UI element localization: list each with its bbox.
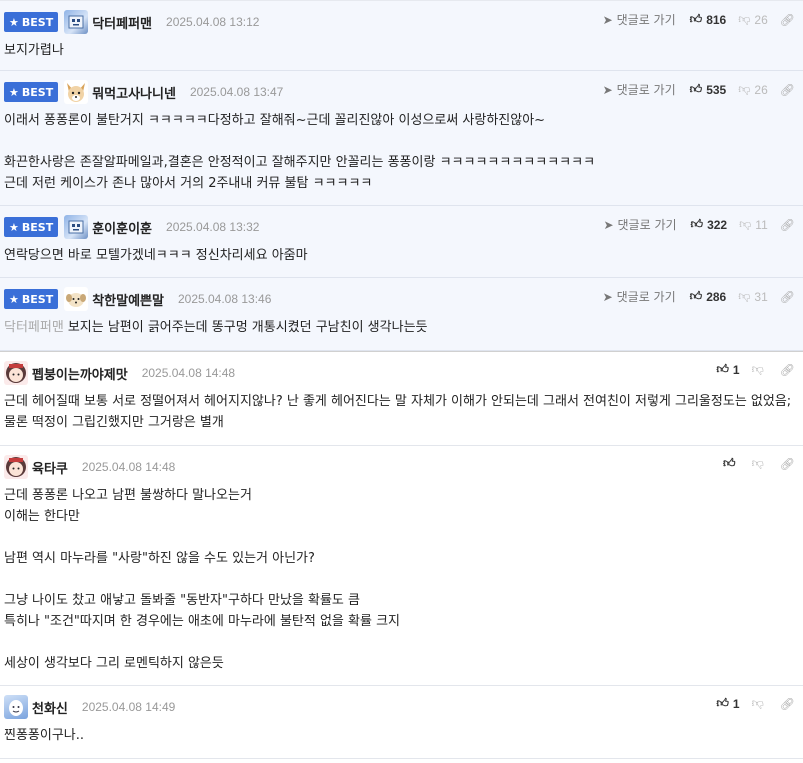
link-icon[interactable]: 🔗︎ [780, 290, 795, 304]
link-icon[interactable]: 🔗︎ [780, 218, 795, 232]
character-avatar-icon [6, 363, 26, 383]
nickname[interactable]: 뭐먹고사나니넨 [92, 83, 176, 102]
character-avatar-icon [6, 457, 26, 477]
comment-text: 닥터페퍼맨 보지는 남편이 긁어주는데 똥구멍 개통시켰던 구남친이 생각나는듯 [4, 320, 428, 335]
best-badge: ★ BEST [4, 12, 59, 32]
dislike-button[interactable]: 👎︎ [752, 456, 768, 471]
thumbs-up-icon: 👍︎ [689, 289, 703, 303]
link-icon[interactable]: 🔗︎ [780, 697, 795, 711]
like-button[interactable]: 👍︎ 535 [690, 82, 727, 97]
comment-text: 근데 헤어질때 보통 서로 정떨어져서 헤어지지않나? 난 좋게 헤어진다는 말… [4, 394, 796, 430]
star-icon: ★ [9, 292, 19, 306]
send-icon: ➤ [602, 12, 613, 27]
best-label: BEST [21, 220, 54, 234]
quoted-nickname[interactable]: 닥터페퍼맨 [4, 320, 64, 335]
timestamp: 2025.04.08 13:12 [166, 15, 260, 29]
send-icon: ➤ [603, 217, 614, 232]
link-icon[interactable]: 🔗︎ [780, 457, 795, 471]
thumbs-down-icon: 👎︎ [751, 362, 764, 376]
avatar[interactable] [64, 10, 89, 34]
comment-item: ★ BEST 닥터페퍼맨 2025.04.08 13:12 ➤ 댓글로 가기 👍︎ 8… [0, 1, 803, 71]
thumbs-up-icon: 👍︎ [689, 12, 703, 26]
comment-item: 천화신 2025.04.08 14:49 👍︎ 1 👎︎ 🔗︎ 찐퐁퐁이구나.. [0, 686, 803, 759]
thumbs-down-icon: 👎︎ [751, 696, 764, 710]
nickname[interactable]: 훈이훈이훈 [92, 218, 152, 237]
timestamp: 2025.04.08 14:48 [141, 366, 236, 380]
avatar[interactable] [4, 361, 28, 385]
comment-text: 찐퐁퐁이구나.. [4, 728, 85, 743]
go-to-reply-link[interactable]: ➤ 댓글로 가기 [603, 11, 676, 28]
star-icon: ★ [9, 15, 19, 29]
like-button[interactable]: 👍︎ 322 [691, 217, 728, 232]
thumbs-down-icon: 👎︎ [739, 217, 752, 231]
thumbs-down-icon: 👎︎ [738, 12, 751, 26]
dislike-button[interactable]: 👎︎ [752, 362, 768, 377]
thumbs-down-icon: 👎︎ [751, 456, 764, 470]
send-icon: ➤ [602, 82, 613, 97]
comment-item: ★ BEST 훈이훈이훈 2025.04.08 13:32 ➤ 댓글로 가기 👍︎ 3… [0, 206, 803, 278]
link-icon[interactable]: 🔗︎ [780, 83, 795, 97]
timestamp: 2025.04.08 13:47 [189, 85, 284, 99]
link-icon[interactable]: 🔗︎ [780, 13, 795, 27]
send-icon: ➤ [602, 289, 613, 304]
thumbs-up-icon: 👍︎ [716, 696, 729, 710]
like-button[interactable]: 👍︎ 286 [690, 289, 727, 304]
nickname[interactable]: 육타쿠 [32, 458, 68, 477]
comment-text: 근데 퐁퐁론 나오고 남편 불쌍하다 말나오는거 이해는 한다만 남편 역시 마… [4, 488, 400, 671]
comment-item: 육타쿠 2025.04.08 14:48 👍︎ 👎︎ 🔗︎ 근데 퐁퐁론 나오고… [0, 446, 803, 686]
like-button[interactable]: 👍︎ 816 [690, 12, 727, 27]
link-icon[interactable]: 🔗︎ [780, 363, 795, 377]
robot-avatar-icon [68, 15, 84, 29]
nickname[interactable]: 천화신 [32, 698, 68, 717]
dislike-button[interactable]: 👎︎ 26 [738, 12, 768, 27]
comment-item: ★ BEST 착한말예쁜말 2025.04.08 13:46 ➤ 댓글로 가기 👍︎… [0, 278, 803, 351]
best-badge: ★ BEST [4, 289, 59, 309]
character-avatar-icon [9, 700, 23, 716]
go-to-reply-link[interactable]: ➤ 댓글로 가기 [603, 81, 676, 98]
comment-text: 보지가렵나 [4, 43, 64, 58]
timestamp: 2025.04.08 14:49 [81, 700, 176, 714]
comment-text: 연락당으면 바로 모텔가겠네ㅋㅋㅋ 정신차리세요 아줌마 [4, 248, 308, 263]
comment-item: 펩붕이는까야제맛 2025.04.08 14:48 👍︎ 1 👎︎ 🔗︎ 근데 헤… [0, 351, 803, 446]
robot-avatar-icon [68, 220, 84, 234]
dislike-button[interactable]: 👎︎ 26 [738, 82, 768, 97]
dislike-button[interactable]: 👎︎ 11 [739, 217, 768, 232]
best-label: BEST [21, 292, 54, 306]
best-badge: ★ BEST [4, 82, 59, 102]
nickname[interactable]: 착한말예쁜말 [92, 290, 164, 309]
like-button[interactable]: 👍︎ 1 [716, 362, 739, 377]
go-to-reply-link[interactable]: ➤ 댓글로 가기 [603, 216, 676, 233]
star-icon: ★ [9, 220, 19, 234]
comment-item: ★ BEST 뭐먹고사나니넨 2025.04.08 13:47 ➤ 댓글로 가기 👍… [0, 71, 803, 206]
comment-list: ★ BEST 닥터페퍼맨 2025.04.08 13:12 ➤ 댓글로 가기 👍︎ 8… [0, 0, 803, 759]
best-label: BEST [21, 85, 54, 99]
star-icon: ★ [9, 85, 19, 99]
thumbs-up-icon: 👍︎ [723, 456, 736, 470]
comment-text: 이래서 퐁퐁론이 불탄거지 ㅋㅋㅋㅋㅋ다정하고 잘해줘~근데 꼴리진않아 이성으… [4, 113, 596, 191]
avatar[interactable] [64, 215, 89, 239]
best-badge: ★ BEST [4, 217, 59, 237]
avatar[interactable] [4, 695, 28, 719]
avatar[interactable] [64, 80, 89, 104]
thumbs-down-icon: 👎︎ [738, 82, 751, 96]
avatar[interactable] [64, 287, 89, 311]
thumbs-up-icon: 👍︎ [689, 82, 703, 96]
dislike-button[interactable]: 👎︎ 31 [738, 289, 768, 304]
timestamp: 2025.04.08 13:46 [177, 292, 272, 306]
dislike-button[interactable]: 👎︎ [752, 696, 768, 711]
best-label: BEST [21, 15, 54, 29]
like-button[interactable]: 👍︎ 1 [716, 696, 739, 711]
thumbs-down-icon: 👎︎ [738, 289, 751, 303]
thumbs-up-icon: 👍︎ [716, 362, 729, 376]
timestamp: 2025.04.08 14:48 [81, 460, 176, 474]
puppy-avatar-icon [66, 293, 87, 307]
nickname[interactable]: 펩붕이는까야제맛 [32, 364, 128, 383]
avatar[interactable] [4, 455, 28, 479]
nickname[interactable]: 닥터페퍼맨 [92, 13, 152, 32]
like-button[interactable]: 👍︎ [723, 456, 740, 471]
timestamp: 2025.04.08 13:32 [166, 220, 260, 234]
thumbs-up-icon: 👍︎ [690, 217, 704, 231]
go-to-reply-link[interactable]: ➤ 댓글로 가기 [603, 288, 676, 305]
dog-avatar-icon [67, 83, 86, 102]
